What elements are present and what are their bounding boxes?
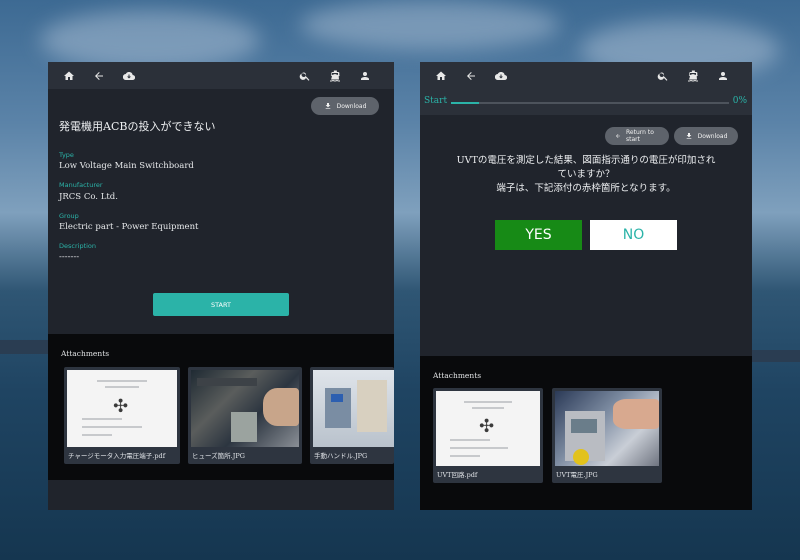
- attachment-name: ヒューズ箇所.JPG: [192, 452, 245, 460]
- arrow-left-icon[interactable]: [88, 65, 110, 87]
- download-button[interactable]: Download: [311, 97, 379, 115]
- return-to-start-button[interactable]: Return to start: [605, 127, 669, 145]
- home-icon[interactable]: [58, 65, 80, 87]
- download-label: Download: [697, 132, 728, 140]
- right-panel: Start 0% Return to start Download UVTの電圧…: [420, 62, 752, 510]
- page-title: 発電機用ACBの投入ができない: [59, 120, 216, 133]
- yes-button[interactable]: YES: [495, 220, 582, 250]
- manufacturer-label: Manufacturer: [59, 181, 103, 189]
- attachments-title: Attachments: [433, 371, 482, 380]
- attachments-section: Attachments ✣ チャージモータ入力電圧端子.pdf ヒューズ箇所.J…: [48, 334, 394, 480]
- attachment-name: チャージモータ入力電圧端子.pdf: [68, 452, 166, 460]
- download-button[interactable]: Download: [674, 127, 738, 145]
- attachments-title: Attachments: [61, 349, 110, 358]
- return-to-start-label: Return to start: [626, 129, 654, 143]
- attachment-card[interactable]: UVT電圧.JPG: [552, 388, 662, 483]
- group-value: Electric part - Power Equipment: [59, 222, 199, 232]
- photo-thumbnail: [555, 391, 659, 466]
- user-icon[interactable]: [712, 65, 734, 87]
- download-label: Download: [336, 102, 367, 110]
- attachment-name: UVT電圧.JPG: [556, 471, 598, 479]
- question-line: 端子は、下記添付の赤枠箇所となります。: [496, 183, 676, 194]
- attachment-card[interactable]: ✣ UVT回路.pdf: [433, 388, 543, 483]
- arrow-left-icon[interactable]: [460, 65, 482, 87]
- type-value: Low Voltage Main Switchboard: [59, 161, 194, 171]
- attachment-card[interactable]: ヒューズ箇所.JPG: [188, 367, 302, 464]
- attachment-card[interactable]: ✣ チャージモータ入力電圧端子.pdf: [64, 367, 180, 464]
- attachment-card[interactable]: 手動ハンドル.JPG: [310, 367, 394, 464]
- download-icon: [325, 103, 330, 109]
- question-line: UVTの電圧を測定した結果、図面指示通りの電圧が印加され: [456, 155, 716, 166]
- question-line: ていますか？: [557, 169, 615, 180]
- description-value: -------: [59, 252, 80, 262]
- pdf-icon: ✣: [113, 396, 129, 417]
- progress-bar: Start 0%: [420, 89, 752, 115]
- left-toolbar: [48, 62, 394, 89]
- cloud-download-icon[interactable]: [490, 65, 512, 87]
- question-text: UVTの電圧を測定した結果、図面指示通りの電圧が印加され ていますか？ 端子は、…: [434, 154, 738, 196]
- pdf-thumbnail: ✣: [436, 391, 540, 466]
- attachment-name: UVT回路.pdf: [437, 471, 478, 479]
- progress-percent: 0%: [732, 96, 747, 106]
- home-icon[interactable]: [430, 65, 452, 87]
- attachment-name: 手動ハンドル.JPG: [314, 452, 368, 460]
- progress-fill: [451, 102, 479, 104]
- type-label: Type: [59, 151, 74, 159]
- progress-start-label: Start: [424, 96, 448, 106]
- user-icon[interactable]: [354, 65, 376, 87]
- download-icon: [686, 133, 691, 139]
- arrow-left-icon: [616, 133, 621, 139]
- right-toolbar: [420, 62, 752, 89]
- manufacturer-value: JRCS Co. Ltd.: [59, 192, 118, 202]
- left-panel: Download 発電機用ACBの投入ができない Type Low Voltag…: [48, 62, 394, 510]
- ship-icon[interactable]: [682, 65, 704, 87]
- search-icon[interactable]: [294, 65, 316, 87]
- pdf-icon: ✣: [479, 416, 495, 437]
- pdf-thumbnail: ✣: [67, 370, 177, 447]
- ship-icon[interactable]: [324, 65, 346, 87]
- description-label: Description: [59, 242, 97, 250]
- photo-thumbnail: [191, 370, 299, 447]
- progress-track: [451, 102, 729, 104]
- group-label: Group: [59, 212, 79, 220]
- photo-thumbnail: [313, 370, 394, 447]
- search-icon[interactable]: [652, 65, 674, 87]
- attachments-section: Attachments ✣ UVT回路.pdf UVT電圧.JPG: [420, 356, 752, 510]
- no-button[interactable]: NO: [590, 220, 677, 250]
- start-button[interactable]: START: [153, 293, 289, 316]
- cloud-download-icon[interactable]: [118, 65, 140, 87]
